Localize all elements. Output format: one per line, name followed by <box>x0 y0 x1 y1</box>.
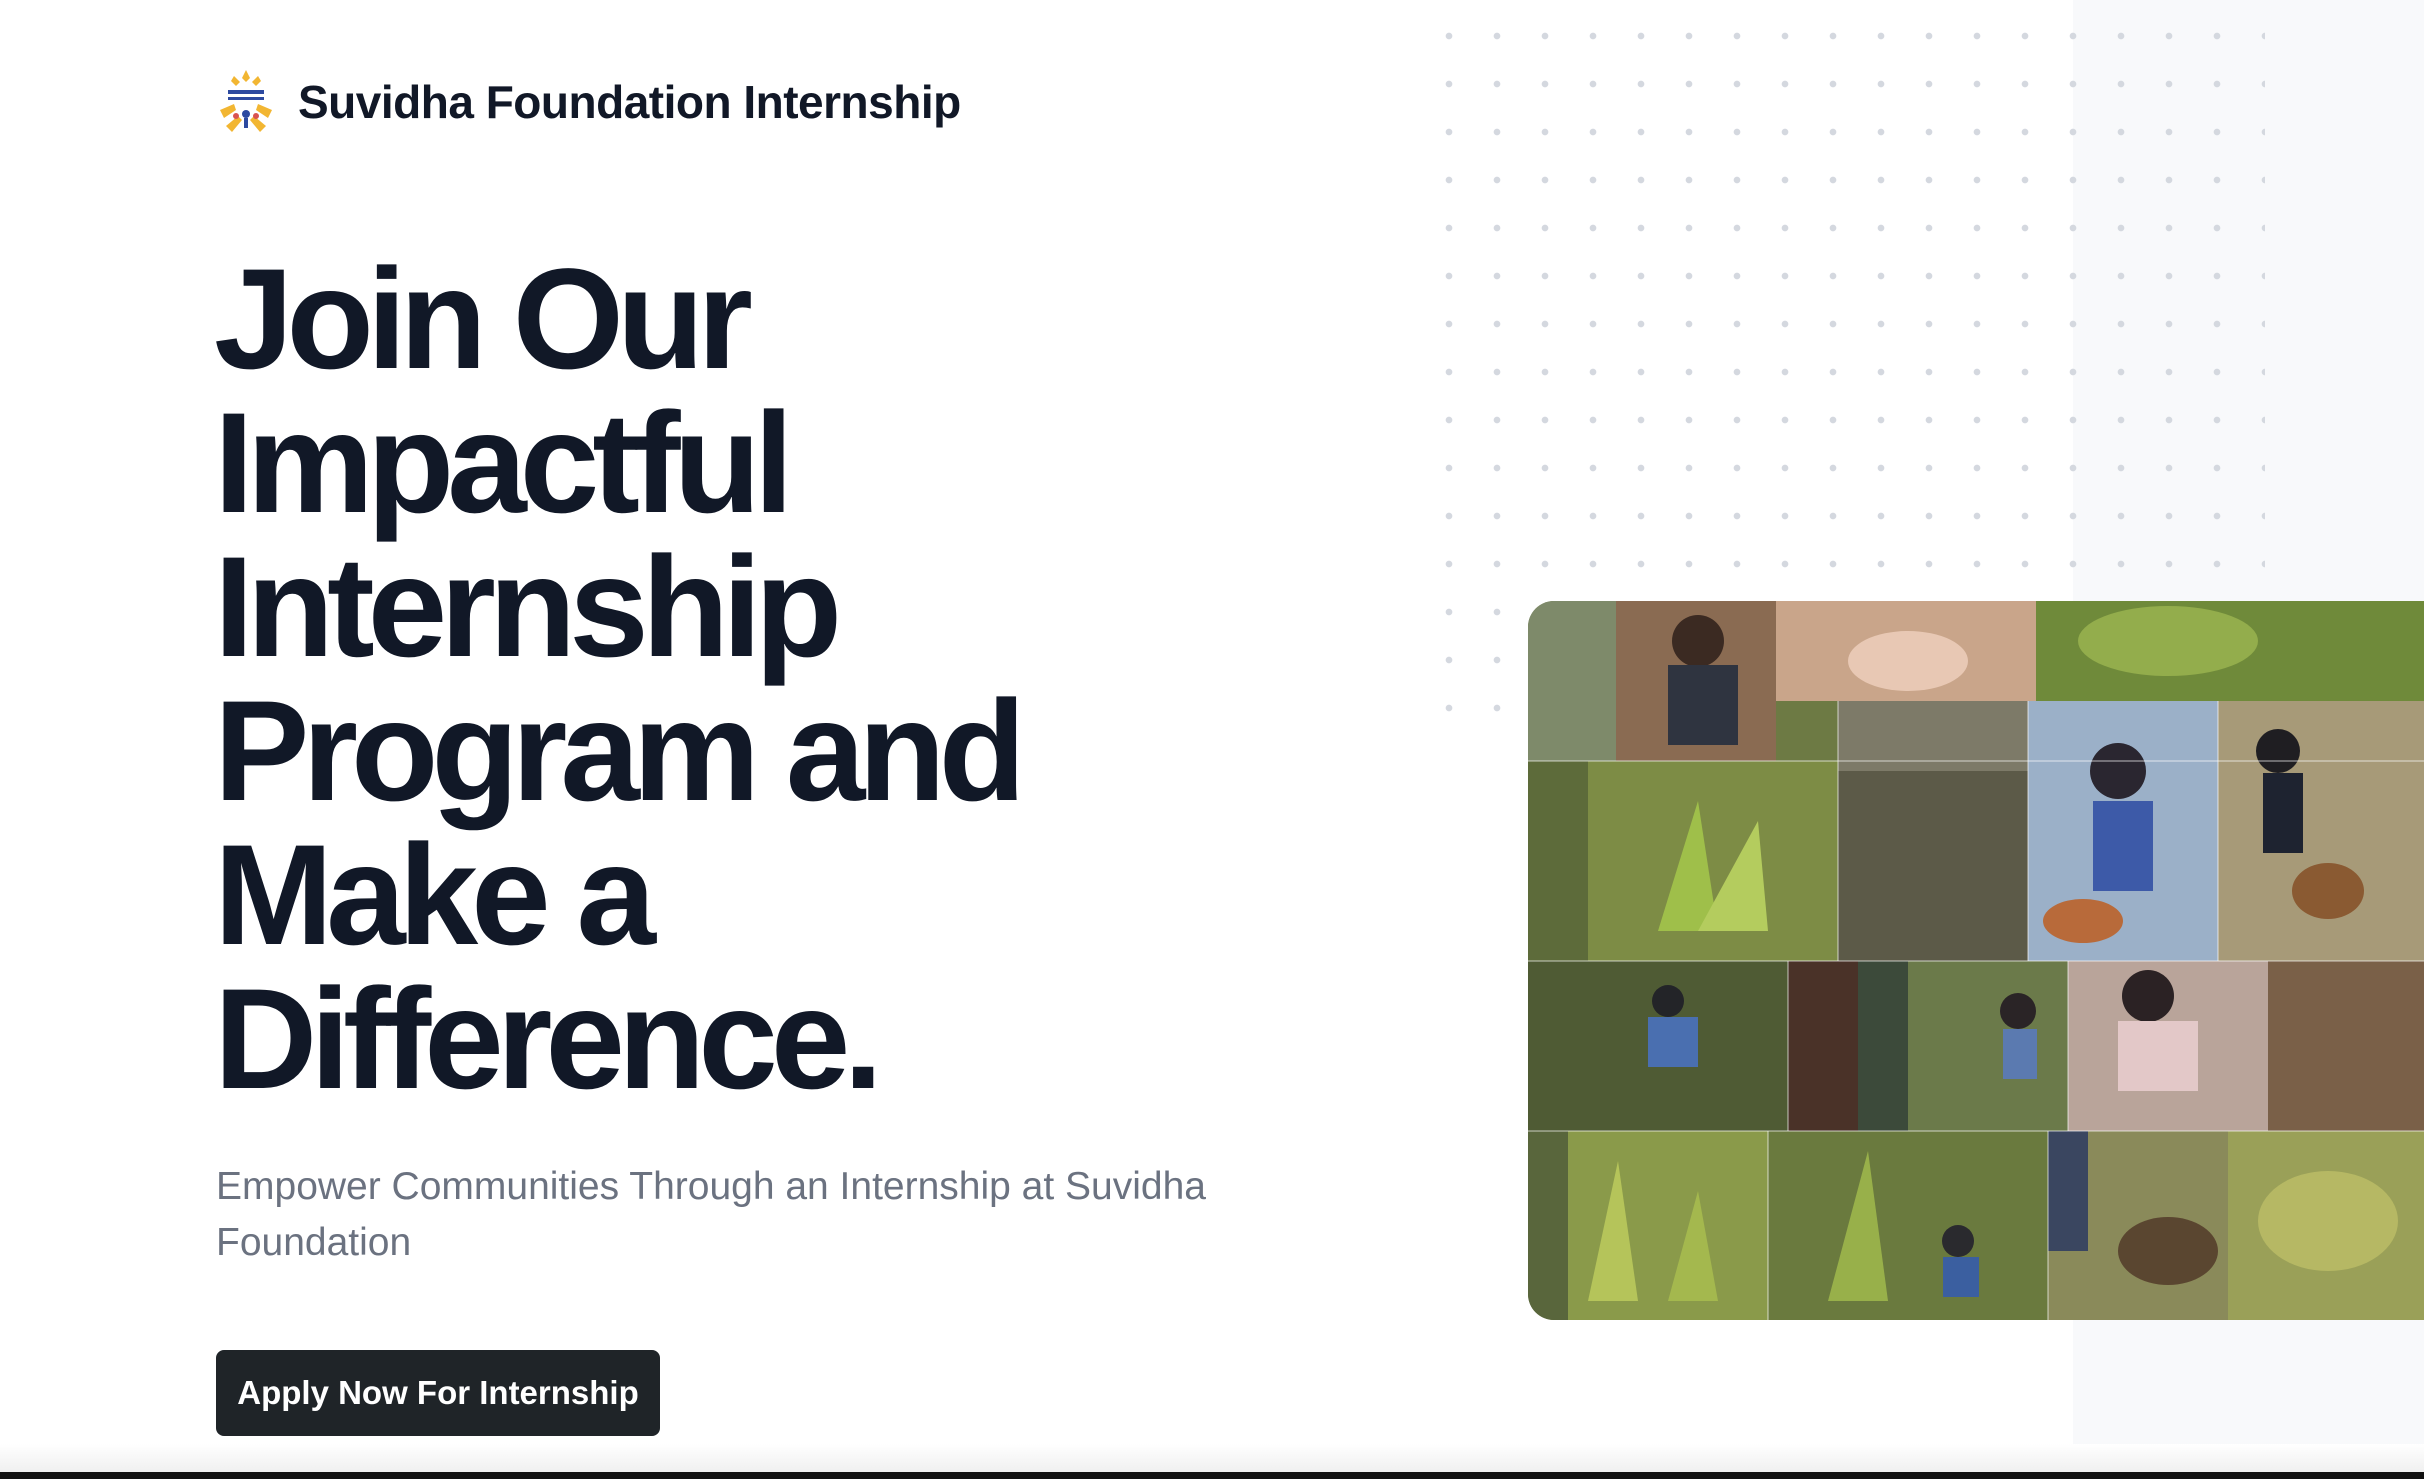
headline-line: Join Our <box>214 240 753 399</box>
apply-now-button[interactable]: Apply Now For Internship <box>216 1350 660 1436</box>
headline-line: Internship <box>214 528 842 687</box>
headline-line: Make a <box>214 816 656 975</box>
collage-image <box>1528 601 2424 1320</box>
hero-subtitle: Empower Communities Through an Internshi… <box>216 1165 1206 1264</box>
headline-line: Program and <box>214 672 1026 831</box>
headline-line: Difference. <box>214 960 883 1119</box>
brand-home-link[interactable]: Suvidha Foundation Internship <box>216 66 961 138</box>
landing-page: Suvidha Foundation Internship Join Our I… <box>0 0 2424 1479</box>
tree-planting-photo-collage <box>1528 601 2424 1320</box>
hero-headline: Join Our Impactful Internship Program an… <box>214 248 1214 1112</box>
suvidha-foundation-logo-icon <box>220 70 272 132</box>
bottom-edge-bar <box>0 1472 2424 1479</box>
headline-line: Impactful <box>214 384 794 543</box>
brand-name: Suvidha Foundation Internship <box>298 76 961 128</box>
